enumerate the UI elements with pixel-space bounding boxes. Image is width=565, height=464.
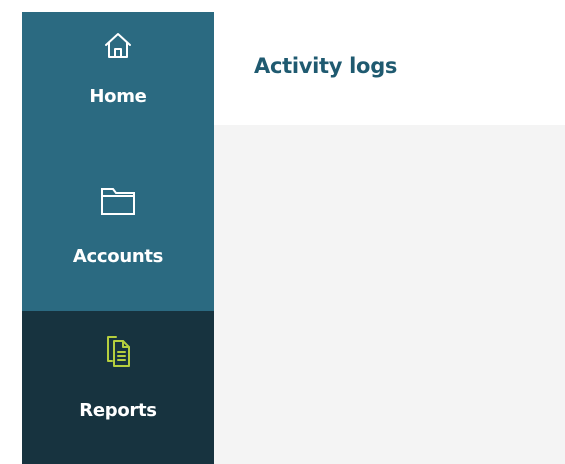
sidebar-item-label: Reports <box>79 400 157 421</box>
sidebar-item-label: Accounts <box>72 246 164 267</box>
page-title: Activity logs <box>254 54 398 78</box>
sidebar-item-reports[interactable]: Reports <box>22 311 214 464</box>
sidebar: Home Accounts Reports <box>22 12 214 464</box>
home-icon <box>105 33 131 58</box>
folder-icon <box>101 188 135 215</box>
main-content <box>214 125 565 464</box>
sidebar-item-label: Home <box>89 86 147 107</box>
page-header: Activity logs <box>214 12 565 125</box>
sidebar-item-accounts[interactable]: Accounts <box>22 161 214 311</box>
reports-icon <box>107 336 130 367</box>
sidebar-item-home[interactable]: Home <box>22 12 214 161</box>
